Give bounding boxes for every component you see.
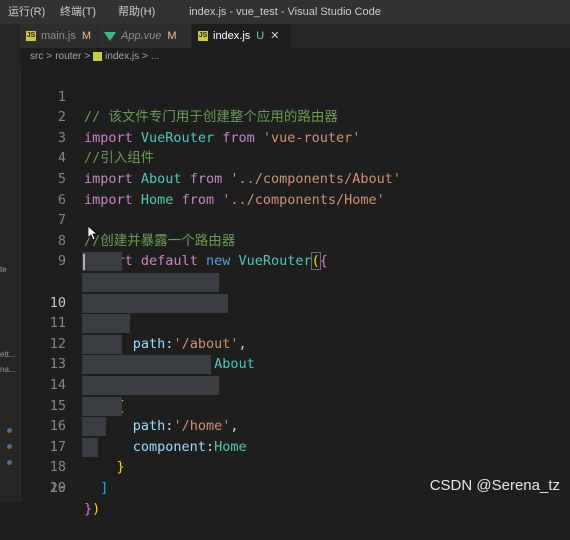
- text-cursor: [83, 254, 85, 270]
- tab-app-vue[interactable]: App.vue M: [98, 24, 192, 48]
- selection-highlight: [82, 252, 122, 272]
- code-line[interactable]: 20: [20, 457, 570, 496]
- tab-status: M: [81, 30, 92, 42]
- code-line[interactable]: 1 // 该文件专门用于创建整个应用的路由器: [20, 66, 570, 126]
- vue-file-icon: [104, 31, 116, 41]
- code-line[interactable]: 9 routes:[: [20, 231, 570, 290]
- tab-label: index.js: [213, 30, 251, 42]
- code-line[interactable]: 7 //创建并暴露一个路由器: [20, 190, 570, 249]
- sidebar-fragment-1: te: [0, 265, 7, 274]
- code-line[interactable]: 18 ]: [20, 416, 570, 496]
- code-line[interactable]: 13 },: [20, 313, 570, 393]
- title-bar: 运行(R) 终端(T) 帮助(H) index.js - vue_test - …: [0, 0, 570, 24]
- tab-index-js[interactable]: JS index.js U ✕: [192, 24, 292, 48]
- chevron-right-icon: >: [84, 51, 91, 62]
- activity-bar: te ett... na...: [0, 24, 21, 502]
- tab-bar: JS main.js M App.vue M JS index.js U ✕: [20, 24, 570, 48]
- selection-highlight: [82, 417, 106, 437]
- selection-highlight: [82, 396, 122, 416]
- breadcrumb-symbol[interactable]: ...: [151, 51, 159, 62]
- watermark: CSDN @Serena_tz: [429, 477, 560, 494]
- code-line[interactable]: 3 //引入组件: [20, 107, 570, 167]
- code-bracket: ): [92, 500, 101, 517]
- breadcrumb: src > router > index.js >...: [20, 48, 570, 66]
- close-icon[interactable]: ✕: [270, 30, 279, 42]
- code-line[interactable]: 10 {: [20, 251, 570, 331]
- tab-status: M: [167, 30, 177, 42]
- code-line[interactable]: 4 import About from '../components/About…: [20, 128, 570, 187]
- code-line[interactable]: 19 }): [20, 437, 570, 517]
- code-line[interactable]: 16 component:Home: [20, 375, 570, 455]
- js-file-icon: [93, 51, 103, 61]
- menu-help[interactable]: 帮助(H): [114, 0, 159, 24]
- selection-highlight: [82, 376, 219, 395]
- code-line[interactable]: 6: [20, 169, 570, 208]
- chevron-right-icon: >: [142, 51, 148, 62]
- menu-run[interactable]: 运行(R): [4, 0, 49, 24]
- js-file-icon: JS: [26, 31, 36, 42]
- selection-highlight: [82, 293, 228, 313]
- code-line[interactable]: 12 component:About: [20, 293, 570, 372]
- code-line[interactable]: 5 import Home from '../components/Home': [20, 148, 570, 208]
- selection-highlight: [82, 355, 211, 375]
- breadcrumb-src[interactable]: src: [30, 51, 43, 62]
- js-file-icon: JS: [198, 31, 208, 42]
- chevron-right-icon: >: [46, 51, 53, 62]
- status-dot-icon: [7, 444, 12, 449]
- status-dot-icon: [7, 428, 12, 433]
- code-line[interactable]: 15 path:'/home',: [20, 354, 570, 434]
- status-dot-icon: [7, 460, 12, 465]
- code-line[interactable]: 14 {: [20, 334, 570, 414]
- menu-terminal[interactable]: 终端(T): [56, 0, 100, 24]
- mouse-pointer-icon: [88, 226, 98, 241]
- tab-label: App.vue: [121, 30, 162, 42]
- sidebar-fragment-2: ett...: [0, 350, 16, 359]
- code-editor[interactable]: 1 // 该文件专门用于创建整个应用的路由器 2 import VueRoute…: [20, 66, 570, 517]
- breadcrumb-file[interactable]: index.js: [105, 51, 139, 62]
- tab-status: U: [256, 30, 265, 42]
- code-bracket: ]: [100, 479, 109, 496]
- tab-main-js[interactable]: JS main.js M: [20, 24, 98, 48]
- code-bracket: }: [84, 500, 93, 517]
- selection-highlight: [82, 314, 130, 334]
- tab-label: main.js: [41, 30, 76, 42]
- code-line[interactable]: 2 import VueRouter from 'vue-router': [20, 87, 570, 146]
- selection-highlight: [82, 437, 98, 457]
- code-line[interactable]: 8 export default new VueRouter({: [20, 210, 570, 271]
- code-line[interactable]: 11 path:'/about',: [20, 272, 570, 352]
- code-line[interactable]: 17 }: [20, 396, 570, 475]
- breadcrumb-router[interactable]: router: [55, 51, 81, 62]
- sidebar-fragment-3: na...: [0, 365, 16, 374]
- selection-highlight: [82, 273, 219, 292]
- selection-highlight: [82, 334, 122, 354]
- line-number: 20: [49, 479, 66, 496]
